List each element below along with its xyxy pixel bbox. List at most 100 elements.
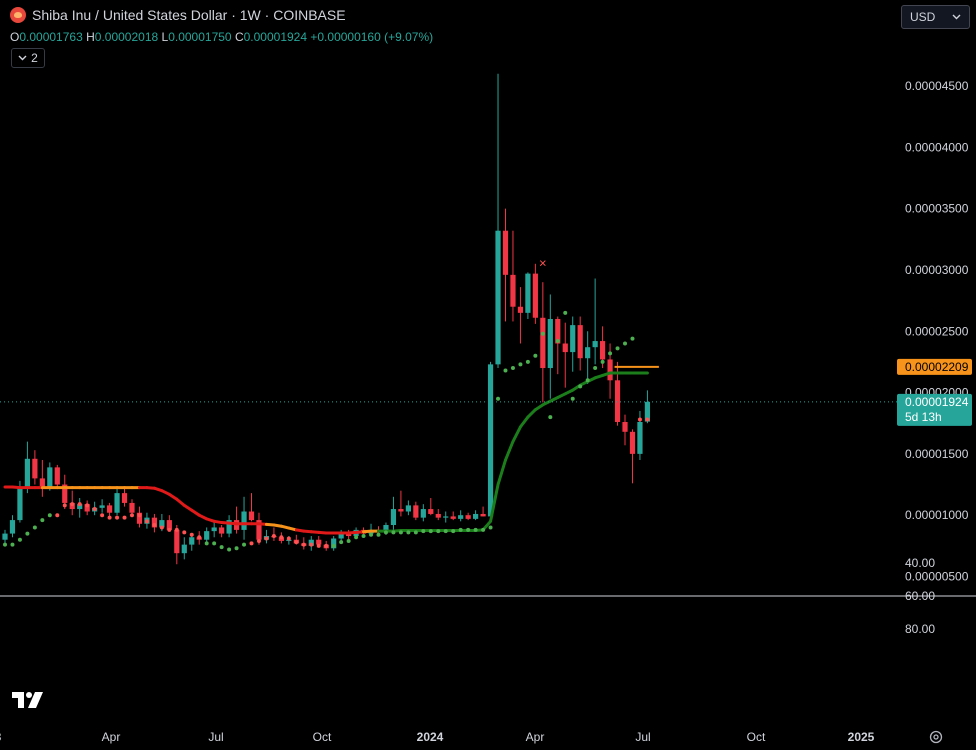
time-tick-label: Oct bbox=[313, 730, 332, 744]
signal-marker: × bbox=[539, 256, 547, 271]
indicator-dot bbox=[249, 541, 254, 546]
indicator-dot bbox=[25, 531, 30, 536]
candle bbox=[9, 515, 16, 538]
candle bbox=[450, 511, 456, 521]
candle bbox=[219, 524, 225, 538]
candle bbox=[121, 488, 128, 507]
candle bbox=[562, 322, 568, 388]
indicator-dot bbox=[204, 541, 209, 546]
indicator-dot bbox=[630, 336, 635, 341]
indicator-dot bbox=[129, 513, 134, 518]
indicators-collapse-button[interactable]: 2 bbox=[11, 48, 45, 68]
time-tick-label: 2025 bbox=[848, 730, 875, 744]
candle bbox=[465, 512, 471, 521]
time-axis[interactable]: 2023 Apr Jul Oct 2024 Apr Jul Oct 2025 bbox=[0, 730, 875, 744]
indicator-dot bbox=[100, 513, 105, 518]
indicator-dot bbox=[510, 366, 515, 371]
indicator-dot bbox=[637, 417, 642, 422]
indicator-dot bbox=[518, 362, 523, 367]
indicator-dot bbox=[152, 522, 157, 527]
indicator-dot bbox=[548, 415, 553, 420]
candle bbox=[495, 73, 501, 369]
candle bbox=[248, 493, 255, 522]
indicator-dot bbox=[645, 417, 650, 422]
indicator-dot bbox=[189, 532, 194, 537]
currency-select[interactable]: USD bbox=[901, 5, 970, 29]
indicator-dot bbox=[376, 532, 381, 537]
candle bbox=[211, 522, 217, 538]
tradingview-logo-icon[interactable] bbox=[12, 690, 46, 710]
indicator-dot bbox=[264, 536, 269, 541]
high-label: H bbox=[86, 30, 95, 44]
candle bbox=[502, 208, 509, 322]
price-tick-label: 0.00003000 bbox=[905, 263, 969, 277]
candle bbox=[458, 510, 464, 522]
change-value: +0.00000160 (+9.07%) bbox=[310, 30, 434, 44]
time-tick-label: Jul bbox=[635, 730, 650, 744]
candle bbox=[555, 316, 561, 375]
candle bbox=[480, 506, 486, 517]
indicator-dot bbox=[47, 513, 52, 518]
indicator-dot bbox=[458, 527, 463, 532]
chart-canvas[interactable]: × 0.00004500 0.00004000 0.00003500 0.000030… bbox=[0, 0, 976, 750]
indicator-dot bbox=[256, 538, 261, 543]
indicator-dot bbox=[242, 542, 247, 547]
indicator-dot bbox=[496, 396, 501, 401]
time-tick-label: 2023 bbox=[0, 730, 2, 744]
chevron-down-icon bbox=[18, 55, 27, 61]
indicator-dot bbox=[443, 529, 448, 534]
time-tick-label: Apr bbox=[526, 730, 545, 744]
indicator-axis[interactable]: 80.00 60.00 40.00 bbox=[905, 556, 935, 636]
indicator-dot bbox=[159, 525, 164, 530]
candle bbox=[106, 502, 113, 517]
indicator-dot bbox=[294, 540, 299, 545]
indicator-dot bbox=[32, 525, 37, 530]
indicator-tick-label: 40.00 bbox=[905, 556, 935, 570]
candle bbox=[32, 450, 38, 485]
candle bbox=[517, 287, 524, 344]
indicator-dot bbox=[339, 540, 344, 545]
indicator-dot bbox=[600, 359, 605, 364]
price-tick-label: 0.00000500 bbox=[905, 570, 969, 584]
indicator-dot bbox=[436, 529, 441, 534]
ma-line-segment bbox=[503, 440, 515, 462]
open-value: 0.00001763 bbox=[19, 30, 83, 44]
indicator-dot bbox=[301, 542, 306, 547]
indicator-dot bbox=[563, 310, 568, 315]
indicator-dot bbox=[55, 513, 60, 518]
candle bbox=[592, 278, 598, 365]
indicator-dot bbox=[62, 503, 67, 508]
indicator-dot bbox=[286, 536, 291, 541]
price-tick-label: 0.00001000 bbox=[905, 508, 969, 522]
indicator-dot bbox=[585, 378, 590, 383]
last-price-tag-label: 0.00001924 bbox=[905, 395, 969, 409]
indicator-dot bbox=[346, 538, 351, 543]
time-tick-label: 2024 bbox=[417, 730, 444, 744]
indicator-dot bbox=[279, 535, 284, 540]
indicator-dot bbox=[578, 384, 583, 389]
indicator-dot bbox=[421, 529, 426, 534]
indicator-dot bbox=[331, 543, 336, 548]
price-tick-label: 0.00004500 bbox=[905, 79, 969, 93]
candle bbox=[398, 490, 404, 517]
price-axis[interactable]: 0.00004500 0.00004000 0.00003500 0.00003000… bbox=[897, 79, 972, 584]
close-label: C bbox=[234, 30, 244, 44]
price-tick-label: 0.00001500 bbox=[905, 447, 969, 461]
indicator-dot bbox=[570, 396, 575, 401]
candle bbox=[487, 361, 494, 517]
gear-icon[interactable] bbox=[928, 729, 944, 745]
indicator-dot bbox=[316, 543, 321, 548]
indicator-dot bbox=[481, 527, 486, 532]
indicator-dot bbox=[615, 346, 620, 351]
candle bbox=[585, 331, 591, 384]
candle bbox=[443, 511, 449, 523]
symbol-title[interactable]: Shiba Inu / United States Dollar · 1W · … bbox=[32, 7, 346, 23]
indicator-dot bbox=[144, 519, 149, 524]
candle bbox=[181, 537, 187, 560]
candle bbox=[226, 515, 232, 538]
ohlc-legend: O0.00001763 H0.00002018 L0.00001750 C0.0… bbox=[10, 30, 433, 44]
time-tick-label: Oct bbox=[747, 730, 766, 744]
indicator-dot bbox=[413, 530, 418, 535]
price-tick-label: 0.00003500 bbox=[905, 202, 969, 216]
indicator-dot bbox=[70, 502, 75, 507]
